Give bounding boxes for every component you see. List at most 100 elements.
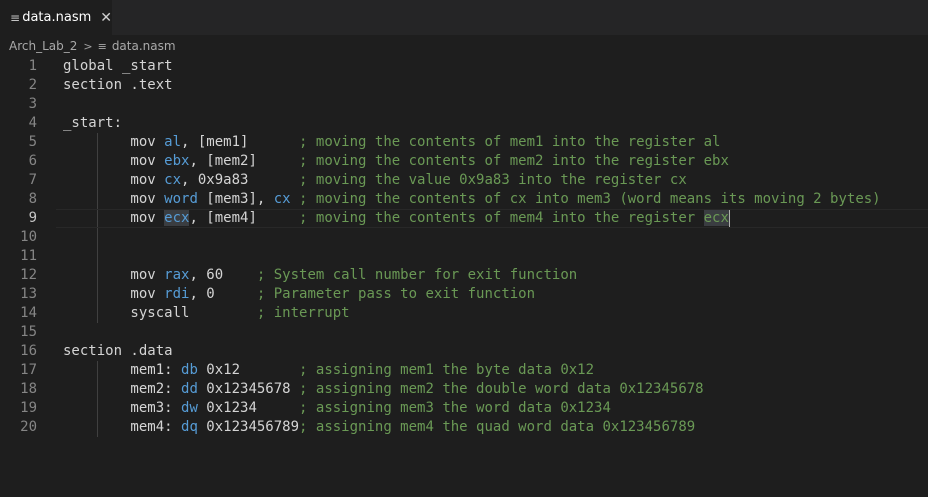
close-icon[interactable]: ✕ <box>100 10 112 26</box>
code-comment: ecx <box>703 210 729 226</box>
code-text: , [mem2] <box>189 153 300 169</box>
code-keyword: rax <box>164 267 190 283</box>
code-text: mov <box>63 134 165 150</box>
line-number: 9 <box>28 210 37 226</box>
code-text: mov <box>63 210 165 226</box>
line-number: 10 <box>20 229 37 245</box>
code-line[interactable]: 18 mem2: dd 0x12345678 ; assigning mem2 … <box>0 380 928 399</box>
code-text: , [mem4] <box>189 210 300 226</box>
lines-file-icon: ≡ <box>10 10 21 25</box>
line-code: mem2: dd 0x12345678 ; assigning mem2 the… <box>63 380 704 399</box>
code-comment: ; interrupt <box>256 305 350 321</box>
code-line[interactable]: 7 mov cx, 0x9a83 ; moving the value 0x9a… <box>0 171 928 190</box>
line-code: mov ebx, [mem2] ; moving the contents of… <box>63 152 728 171</box>
code-text: section .data <box>63 343 173 359</box>
breadcrumb-folder[interactable]: Arch_Lab_2 <box>9 39 77 53</box>
code-comment: ; System call number for exit function <box>256 267 578 283</box>
line-number: 12 <box>20 267 37 283</box>
line-number: 1 <box>28 58 37 74</box>
tab-bar: ≡ data.nasm ✕ <box>0 0 928 35</box>
code-keyword: rdi <box>164 286 190 302</box>
code-text: syscall <box>63 305 257 321</box>
code-text: 0x12 <box>197 362 300 378</box>
code-comment: ; moving the contents of mem4 into the r… <box>299 210 704 226</box>
code-text: , 60 <box>189 267 257 283</box>
code-comment: ; assigning mem1 the byte data 0x12 <box>299 362 595 378</box>
code-line[interactable]: 5 mov al, [mem1] ; moving the contents o… <box>0 133 928 152</box>
code-comment: ; assigning mem3 the word data 0x1234 <box>299 400 611 416</box>
code-keyword: dd <box>181 381 198 397</box>
code-line[interactable]: 14 syscall ; interrupt <box>0 304 928 323</box>
code-text: mov <box>63 153 165 169</box>
line-number: 13 <box>20 286 37 302</box>
lines-file-icon: ≡ <box>97 39 107 53</box>
code-line[interactable]: 2 section .text <box>0 76 928 95</box>
code-comment: ; assigning mem2 the double word data 0x… <box>299 381 704 397</box>
code-line[interactable]: 9 mov ecx, [mem4] ; moving the contents … <box>0 209 928 228</box>
line-code: section .data <box>63 342 173 361</box>
line-number: 20 <box>20 419 37 435</box>
code-line[interactable]: 1 global _start <box>0 57 928 76</box>
line-number: 11 <box>20 248 37 264</box>
code-line[interactable]: 8 mov word [mem3], cx ; moving the conte… <box>0 190 928 209</box>
code-text: mem1: <box>63 362 182 378</box>
line-number: 15 <box>20 324 37 340</box>
line-code: mem4: dq 0x123456789; assigning mem4 the… <box>63 418 695 437</box>
line-code: mem3: dw 0x1234 ; assigning mem3 the wor… <box>63 399 611 418</box>
code-line[interactable]: 3 <box>0 95 928 114</box>
line-code: mov cx, 0x9a83 ; moving the value 0x9a83… <box>63 171 687 190</box>
code-line[interactable]: 16 section .data <box>0 342 928 361</box>
line-number: 19 <box>20 400 37 416</box>
code-line[interactable]: 4 _start: <box>0 114 928 133</box>
text-cursor <box>728 210 730 227</box>
line-code: mov rdi, 0 ; Parameter pass to exit func… <box>63 285 535 304</box>
code-comment: ; moving the contents of mem1 into the r… <box>299 134 721 150</box>
code-line[interactable]: 15 <box>0 323 928 342</box>
line-code: section .text <box>63 76 173 95</box>
code-keyword: db <box>181 362 198 378</box>
code-line[interactable]: 17 mem1: db 0x12 ; assigning mem1 the by… <box>0 361 928 380</box>
code-keyword: cx <box>164 172 182 188</box>
chevron-right-icon: > <box>83 39 93 53</box>
code-text: mov <box>63 191 165 207</box>
line-code: syscall ; interrupt <box>63 304 350 323</box>
code-text: 0x123456789 <box>197 419 300 435</box>
code-comment: ; moving the contents of cx into mem3 (w… <box>299 191 881 207</box>
code-text: mov <box>63 286 165 302</box>
line-code: mov al, [mem1] ; moving the contents of … <box>63 133 720 152</box>
code-comment: ; assigning mem4 the quad word data 0x12… <box>299 419 696 435</box>
code-text: global _start <box>63 58 173 74</box>
code-line[interactable]: 6 mov ebx, [mem2] ; moving the contents … <box>0 152 928 171</box>
code-text: , [mem1] <box>181 134 300 150</box>
code-text: section .text <box>63 77 173 93</box>
line-code: mov ecx, [mem4] ; moving the contents of… <box>63 209 730 228</box>
code-text: mov <box>63 267 165 283</box>
code-keyword: ecx <box>164 210 190 226</box>
line-number: 16 <box>20 343 37 359</box>
line-number: 8 <box>28 191 37 207</box>
code-comment: ; moving the value 0x9a83 into the regis… <box>299 172 687 188</box>
code-text: mem3: <box>63 400 182 416</box>
code-keyword: dw <box>181 400 198 416</box>
code-line[interactable]: 13 mov rdi, 0 ; Parameter pass to exit f… <box>0 285 928 304</box>
tab-data-nasm[interactable]: ≡ data.nasm ✕ <box>0 0 112 35</box>
code-line[interactable]: 20 mem4: dq 0x123456789; assigning mem4 … <box>0 418 928 437</box>
line-number: 6 <box>28 153 37 169</box>
code-keyword: dq <box>181 419 198 435</box>
code-keyword: al <box>164 134 182 150</box>
code-text: mem4: <box>63 419 182 435</box>
line-number: 2 <box>28 77 37 93</box>
code-line[interactable]: 10 <box>0 228 928 247</box>
line-code: global _start <box>63 57 173 76</box>
code-text: _start: <box>63 115 123 131</box>
code-line[interactable]: 12 mov rax, 60 ; System call number for … <box>0 266 928 285</box>
line-code: _start: <box>63 114 122 133</box>
code-editor[interactable]: 1 global _start 2 section .text 3 4 _start: 5 m… <box>0 57 928 497</box>
code-line[interactable]: 19 mem3: dw 0x1234 ; assigning mem3 the … <box>0 399 928 418</box>
tab-label: data.nasm <box>22 10 92 25</box>
code-text: , 0 <box>189 286 257 302</box>
code-line[interactable]: 11 <box>0 247 928 266</box>
breadcrumb-file[interactable]: data.nasm <box>112 39 176 53</box>
line-number: 4 <box>28 115 37 131</box>
